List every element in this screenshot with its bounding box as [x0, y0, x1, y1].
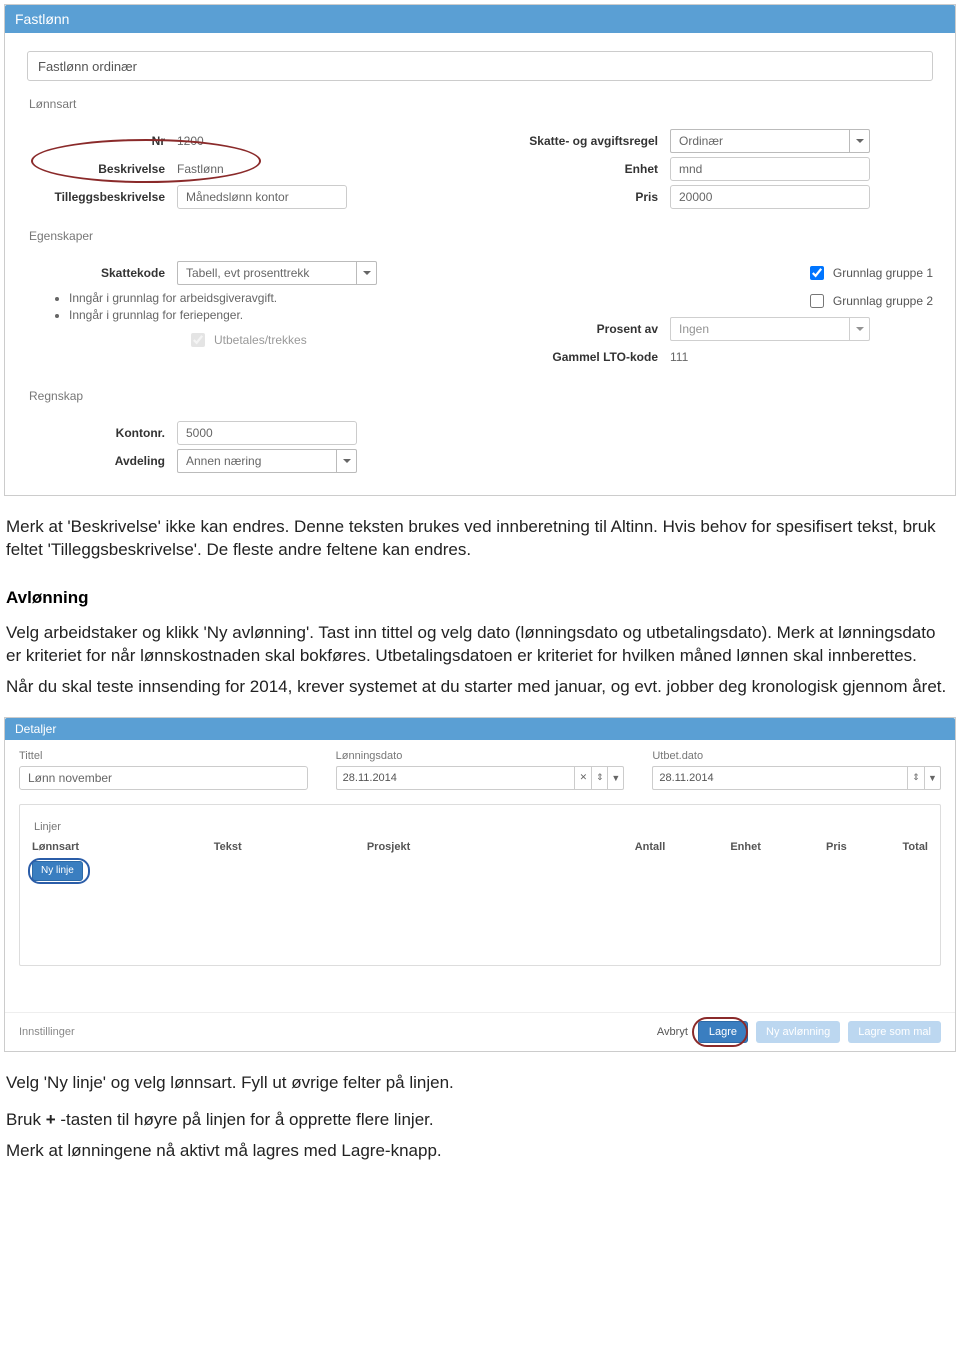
- chk-grunnlag1-label: Grunnlag gruppe 1: [833, 266, 933, 280]
- paragraph-avlonning-b: Når du skal teste innsending for 2014, k…: [6, 676, 954, 699]
- lonningsdato-value: 28.11.2014: [337, 772, 575, 784]
- linjer-label: Linjer: [32, 815, 928, 841]
- spinner-icon[interactable]: ⇕: [591, 767, 607, 789]
- bullet-feriepenger: Inngår i grunnlag for feriepenger.: [69, 308, 460, 322]
- prosent-select[interactable]: Ingen: [670, 317, 870, 341]
- chk-grunnlag1[interactable]: Grunnlag gruppe 1: [806, 263, 933, 283]
- chk-utbetales-box: [191, 333, 205, 347]
- col-prosjekt: Prosjekt: [367, 841, 635, 853]
- chk-grunnlag1-box[interactable]: [810, 266, 824, 280]
- section-egenskaper: Egenskaper: [29, 229, 933, 243]
- lto-value: 111: [670, 350, 933, 364]
- lonningsdato-input[interactable]: 28.11.2014 ✕ ⇕ ▼: [336, 766, 625, 790]
- section-regnskap: Regnskap: [29, 389, 933, 403]
- lagre-button[interactable]: Lagre: [698, 1021, 748, 1043]
- detaljer-panel: Detaljer Tittel Lønningsdato 28.11.2014 …: [4, 717, 956, 1052]
- avdeling-value: Annen næring: [178, 454, 336, 468]
- nyavlonning-button[interactable]: Ny avlønning: [756, 1021, 840, 1043]
- lagre-som-mal-button[interactable]: Lagre som mal: [848, 1021, 941, 1043]
- paragraph-lagre-note: Merk at lønningene nå aktivt må lagres m…: [6, 1140, 954, 1163]
- skattekode-label: Skattekode: [27, 266, 177, 280]
- chevron-down-icon[interactable]: ▼: [607, 767, 623, 789]
- utbetdato-label: Utbet.dato: [652, 750, 941, 762]
- col-lonnsart: Lønnsart: [32, 841, 214, 853]
- paragraph-nylinje: Velg 'Ny linje' og velg lønnsart. Fyll u…: [6, 1072, 954, 1095]
- prosent-label: Prosent av: [500, 322, 670, 336]
- col-pris: Pris: [826, 841, 903, 853]
- clear-icon[interactable]: ✕: [575, 767, 591, 789]
- col-enhet: Enhet: [730, 841, 826, 853]
- col-antall: Antall: [635, 841, 731, 853]
- skatteregel-label: Skatte- og avgiftsregel: [500, 134, 670, 148]
- chk-grunnlag2-label: Grunnlag gruppe 2: [833, 294, 933, 308]
- chk-utbetales[interactable]: Utbetales/trekkes: [187, 330, 307, 350]
- fastlonn-panel: Fastlønn Lønnsart Nr 1200 Beskrivelse Fa…: [4, 4, 956, 496]
- col-total: Total: [903, 841, 928, 853]
- paragraph-plus-key: Bruk + -tasten til høyre på linjen for å…: [6, 1109, 954, 1132]
- avbryt-button[interactable]: Avbryt: [657, 1026, 688, 1038]
- fastlonn-name-input[interactable]: [27, 51, 933, 81]
- nr-label: Nr: [27, 134, 177, 148]
- tilleggsbeskrivelse-input[interactable]: [177, 185, 347, 209]
- beskrivelse-value: Fastlønn: [177, 162, 460, 176]
- lonningsdato-label: Lønningsdato: [336, 750, 625, 762]
- kontonr-input[interactable]: [177, 421, 357, 445]
- tittel-label: Tittel: [19, 750, 308, 762]
- chevron-down-icon: [356, 262, 376, 284]
- skattekode-select[interactable]: Tabell, evt prosenttrekk: [177, 261, 377, 285]
- chk-utbetales-label: Utbetales/trekkes: [214, 333, 307, 347]
- nr-value: 1200: [177, 134, 460, 148]
- skatteregel-select[interactable]: Ordinær: [670, 129, 870, 153]
- chevron-down-icon: [336, 450, 356, 472]
- panel1-title: Fastlønn: [5, 5, 955, 33]
- innstillinger-link[interactable]: Innstillinger: [19, 1026, 75, 1038]
- enhet-label: Enhet: [500, 162, 670, 176]
- prosent-value: Ingen: [671, 322, 849, 336]
- pris-input[interactable]: [670, 185, 870, 209]
- chk-grunnlag2[interactable]: Grunnlag gruppe 2: [806, 291, 933, 311]
- nylinje-button[interactable]: Ny linje: [32, 861, 83, 881]
- section-lonnsart: Lønnsart: [29, 97, 933, 111]
- col-tekst: Tekst: [214, 841, 367, 853]
- avdeling-label: Avdeling: [27, 454, 177, 468]
- chevron-down-icon: [849, 318, 869, 340]
- chevron-down-icon[interactable]: ▼: [924, 767, 940, 789]
- enhet-input[interactable]: [670, 157, 870, 181]
- paragraph-plus-b: -tasten til høyre på linjen for å oppret…: [56, 1110, 434, 1129]
- paragraph-avlonning-a: Velg arbeidstaker og klikk 'Ny avlønning…: [6, 622, 954, 668]
- chk-grunnlag2-box[interactable]: [810, 294, 824, 308]
- beskrivelse-label: Beskrivelse: [27, 162, 177, 176]
- panel2-title: Detaljer: [5, 718, 955, 740]
- pris-label: Pris: [500, 190, 670, 204]
- avdeling-select[interactable]: Annen næring: [177, 449, 357, 473]
- kontonr-label: Kontonr.: [27, 426, 177, 440]
- skattekode-value: Tabell, evt prosenttrekk: [178, 266, 356, 280]
- utbetdato-value: 28.11.2014: [653, 772, 907, 784]
- paragraph-beskrivelse-note: Merk at 'Beskrivelse' ikke kan endres. D…: [6, 516, 954, 562]
- chevron-down-icon: [849, 130, 869, 152]
- tittel-input[interactable]: [19, 766, 308, 790]
- skatteregel-value: Ordinær: [671, 134, 849, 148]
- bullet-arbeidsgiveravgift: Inngår i grunnlag for arbeidsgiveravgift…: [69, 291, 460, 305]
- linjer-box: Linjer Lønnsart Tekst Prosjekt Antall En…: [19, 804, 941, 966]
- utbetdato-input[interactable]: 28.11.2014 ⇕ ▼: [652, 766, 941, 790]
- plus-icon: +: [46, 1110, 56, 1129]
- lto-label: Gammel LTO-kode: [500, 350, 670, 364]
- spinner-icon[interactable]: ⇕: [908, 767, 924, 789]
- tilleggsbeskrivelse-label: Tilleggsbeskrivelse: [27, 190, 177, 204]
- heading-avlonning: Avlønning: [6, 588, 954, 608]
- paragraph-plus-a: Bruk: [6, 1110, 46, 1129]
